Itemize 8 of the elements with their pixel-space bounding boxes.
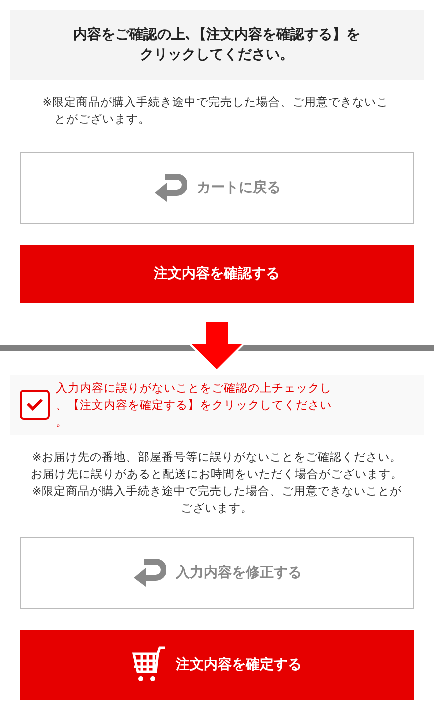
back-button[interactable]: 入力内容を修正する (20, 537, 414, 609)
notice-text: ※お届け先の番地、部屋番号等に誤りがないことをご確認ください。お届け先に誤りがあると配送にお時間をいただく場合がございます。 ※限定商品が購入手続き途中で完売した場合、ご用意できないことがございます。 (30, 449, 404, 517)
confirm-button[interactable]: 注文内容を確認する (20, 245, 414, 303)
notice-text: ※限定商品が購入手続き途中で完売した場合、ご用意できないことがございます。 (42, 94, 390, 128)
agreement-label: 入力内容に誤りがないことをご確認の上チェックし、【注文内容を確定する】をクリックしてください。 (56, 380, 333, 430)
instruction-heading: 内容をご確認の上､【注文内容を確認する】をクリックしてください。 (72, 26, 362, 65)
back-button[interactable]: カートに戻る (20, 152, 414, 224)
place-order-button[interactable]: 注文内容を確定する (20, 630, 414, 700)
